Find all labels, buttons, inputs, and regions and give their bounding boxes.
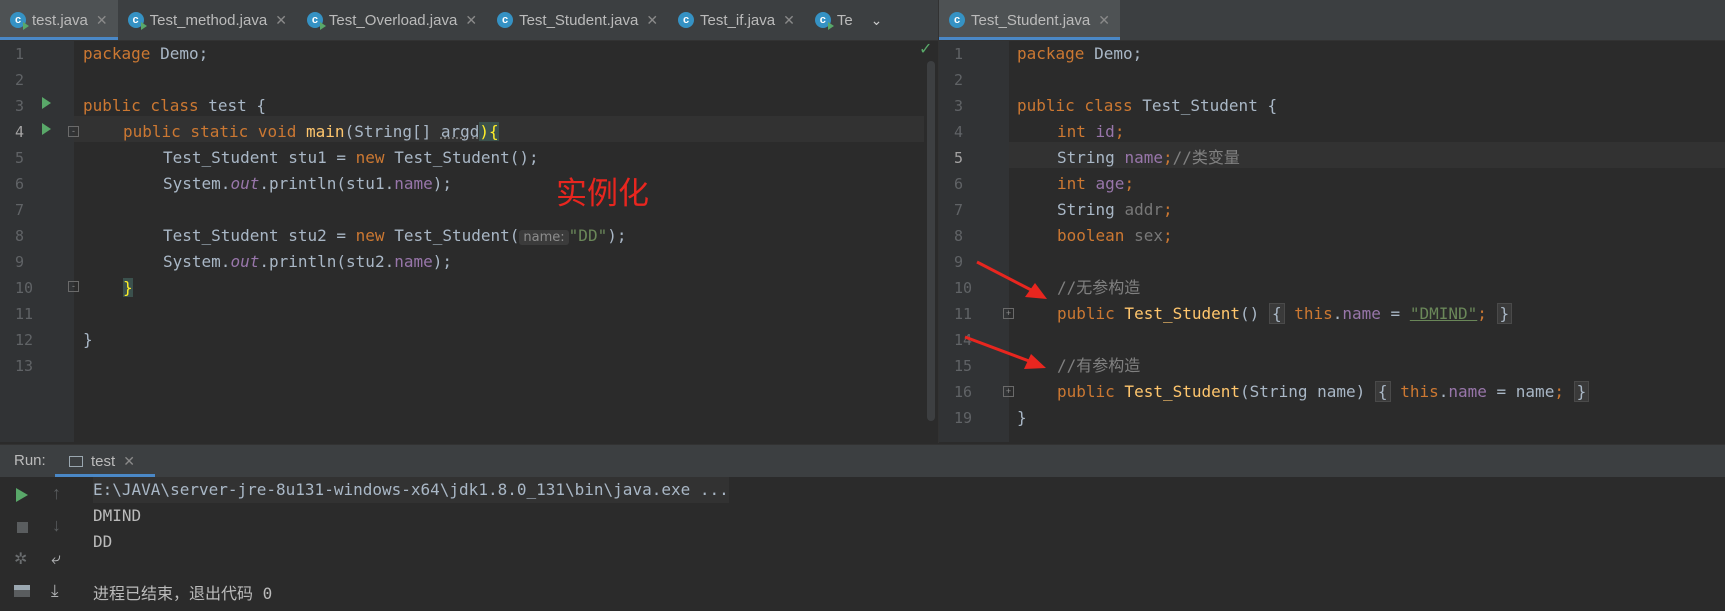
line-gutter [0, 41, 74, 442]
line-number: 9 [15, 253, 25, 271]
close-icon[interactable]: ✕ [96, 12, 108, 29]
line-number: 3 [15, 97, 25, 115]
java-class-icon: c [497, 12, 514, 28]
run-gutter-icon[interactable] [42, 123, 51, 135]
close-icon[interactable]: ✕ [465, 12, 477, 29]
code-line-3: public class test { [83, 96, 267, 115]
tab-test-if-java[interactable]: c Test_if.java ✕ [668, 0, 805, 40]
code-line-4: public static void main(String[] argd){ [123, 122, 499, 141]
code-line-5: Test_Student stu1 = new Test_Student(); [163, 148, 539, 167]
arrow-1 [976, 260, 1047, 299]
arrow-up-icon[interactable]: ↑ [52, 483, 61, 504]
run-label: Run: [14, 452, 46, 469]
close-icon[interactable]: ✕ [123, 453, 135, 470]
layout-icon[interactable] [14, 585, 30, 597]
soft-wrap-icon[interactable]: ⤶ [51, 549, 61, 569]
java-class-run-icon: c [814, 12, 834, 30]
console-icon [69, 455, 83, 467]
java-class-run-icon: c [127, 12, 147, 30]
scroll-to-end-icon[interactable]: ⤓ [51, 581, 59, 601]
line-number: 8 [15, 227, 25, 245]
chevron-down-icon[interactable]: ⌄ [863, 0, 891, 40]
line-number: 6 [15, 175, 25, 193]
code-line-12: } [83, 330, 93, 349]
console-output[interactable]: ✲ ↑ ↓ ⤶ ⤓ E:\JAVA\server-jre-8u131-windo… [0, 477, 1725, 611]
java-class-icon: c [949, 12, 965, 28]
fold-icon[interactable]: - [68, 126, 79, 137]
tab-label: Test_if.java [700, 11, 776, 29]
java-class-run-icon: c [10, 12, 29, 30]
tab-label: test.java [32, 11, 88, 29]
java-class-icon: c [678, 12, 695, 28]
tab-truncated[interactable]: c Te [805, 0, 863, 40]
arrow-2 [964, 335, 1046, 369]
red-arrow-annotations [964, 260, 1047, 369]
tab-test-java[interactable]: c test.java ✕ [0, 0, 118, 40]
tab-test-student-java-right[interactable]: c Test_Student.java ✕ [939, 0, 1120, 40]
vertical-scrollbar[interactable] [927, 61, 935, 421]
tab-label: Test_Overload.java [328, 11, 458, 29]
code-line-1: package Demo; [83, 44, 209, 63]
close-icon[interactable]: ✕ [783, 12, 795, 29]
code-line-8: Test_Student stu2 = new Test_Student(nam… [163, 226, 627, 245]
tab-label: Test_method.java [149, 11, 268, 29]
fold-icon[interactable]: - [68, 281, 79, 292]
code-line-9: System.out.println(stu2.name); [163, 252, 452, 271]
line-number: 1 [15, 45, 25, 63]
line-number: 5 [15, 149, 25, 167]
right-tab-bar: c Test_Student.java ✕ [939, 0, 1725, 41]
run-tab-label: test [91, 452, 116, 470]
run-tab-test[interactable]: test ✕ [55, 445, 155, 477]
annotation-label: 实例化 [556, 176, 649, 212]
code-line-6: System.out.println(stu1.name); [163, 174, 452, 193]
console-line: DMIND [93, 506, 142, 525]
line-number: 4 [15, 123, 25, 141]
gear-icon[interactable]: ✲ [14, 549, 27, 569]
tab-label: Test_Student.java [971, 11, 1091, 29]
line-number: 13 [15, 357, 34, 375]
code-line-10: } [123, 278, 133, 297]
console-line: E:\JAVA\server-jre-8u131-windows-x64\jdk… [93, 477, 729, 503]
run-gutter-icon[interactable] [42, 97, 51, 109]
tab-test-student-java[interactable]: c Test_Student.java ✕ [487, 0, 668, 40]
arrow-down-icon[interactable]: ↓ [52, 515, 61, 536]
left-editor[interactable]: 1 2 3 4 5 6 7 8 9 10 11 12 13 - - packag… [0, 41, 938, 442]
tab-test-overload-java[interactable]: c Test_Overload.java ✕ [297, 0, 487, 40]
line-number: 12 [15, 331, 34, 349]
close-icon[interactable]: ✕ [646, 12, 658, 29]
console-line: DD [93, 532, 113, 551]
line-number: 7 [15, 201, 25, 219]
tab-test-method-java[interactable]: c Test_method.java ✕ [118, 0, 297, 40]
line-number: 11 [15, 305, 34, 323]
left-tab-bar: c test.java ✕ c Test_method.java ✕ c Tes… [0, 0, 938, 41]
close-icon[interactable]: ✕ [1098, 12, 1110, 29]
parameter-hint: name: [519, 230, 569, 245]
tab-label: Test_Student.java [519, 11, 639, 29]
tab-label: Te [836, 11, 853, 29]
line-number: 10 [15, 279, 34, 297]
stop-icon[interactable] [17, 522, 28, 533]
console-toolbar: ✲ ↑ ↓ ⤶ ⤓ [0, 477, 80, 611]
run-panel-header: Run: test ✕ [0, 444, 1725, 477]
rerun-icon[interactable] [16, 488, 28, 502]
right-editor[interactable]: 1 2 3 4 5 6 7 8 9 10 11 14 15 16 19 + + … [939, 41, 1725, 442]
java-class-run-icon: c [306, 12, 326, 30]
close-icon[interactable]: ✕ [275, 12, 287, 29]
check-icon: ✓ [919, 41, 933, 58]
console-line: 进程已结束，退出代码 0 [93, 584, 273, 603]
line-number: 2 [15, 71, 25, 89]
